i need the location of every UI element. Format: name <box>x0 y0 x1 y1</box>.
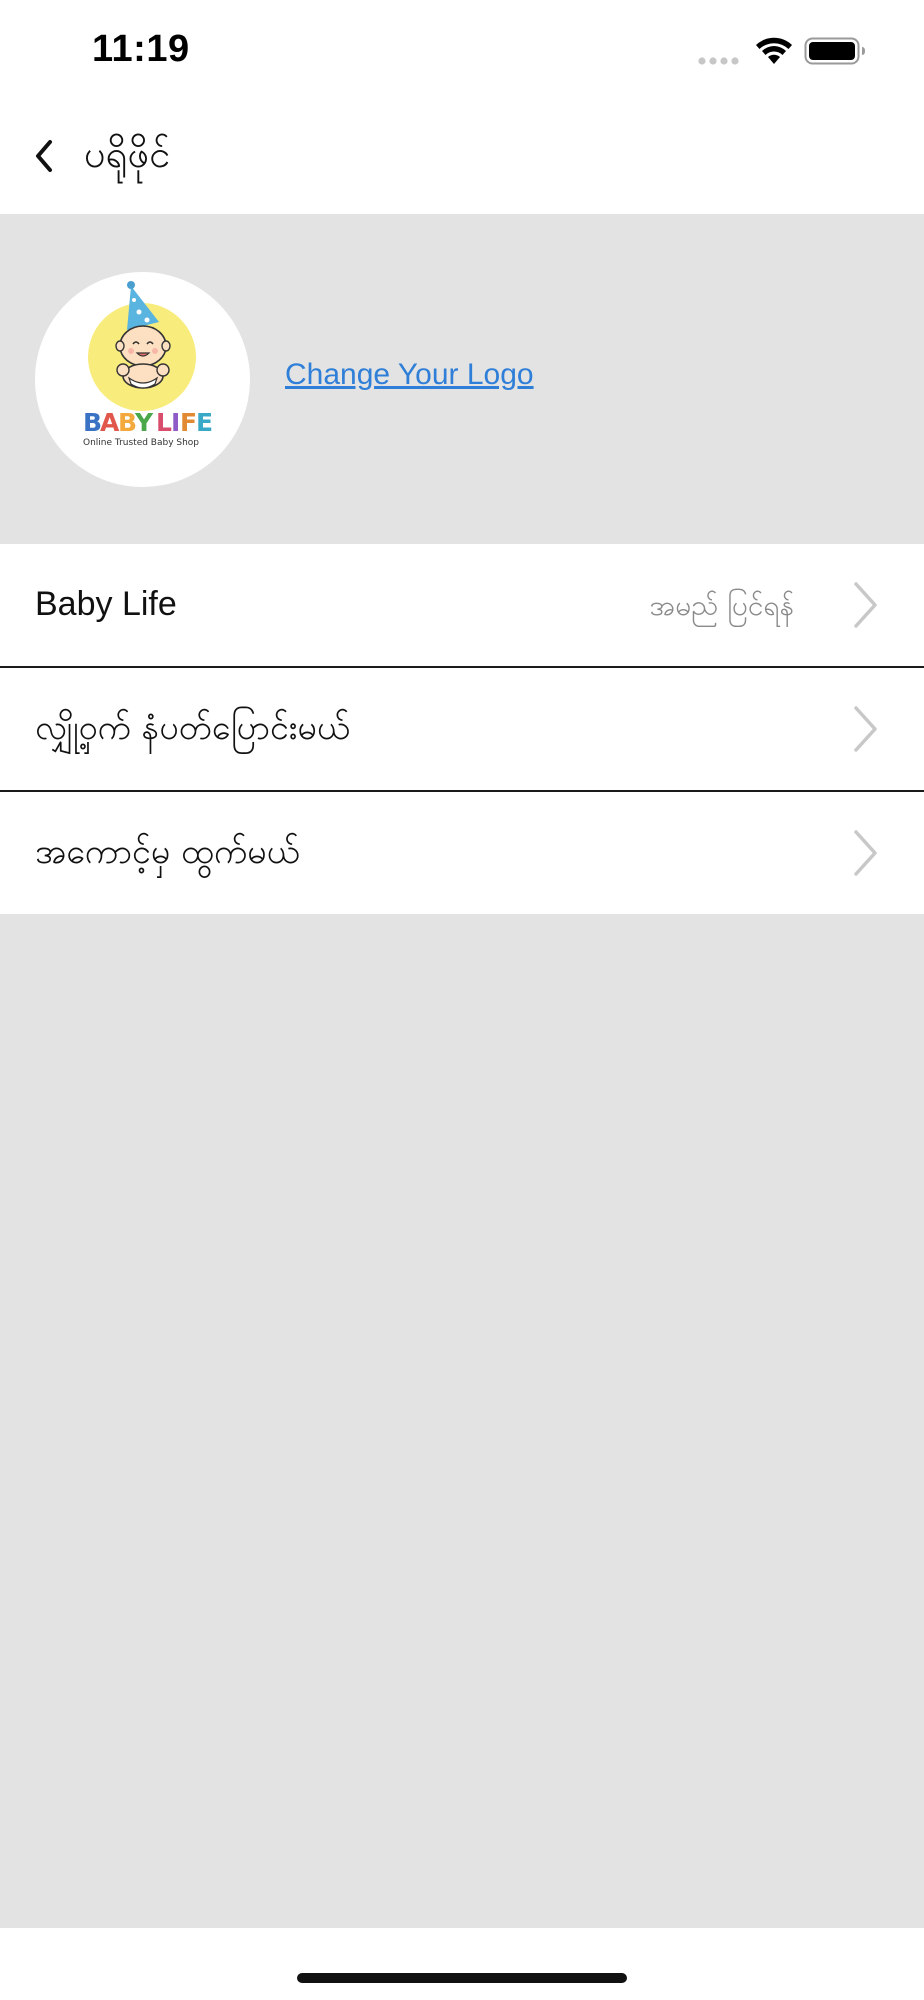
logo-section: B A B Y L I F E Online Trusted Baby Shop… <box>0 214 924 544</box>
profile-menu: Baby Life အမည် ပြင်ရန် လျှို့ဝှက် နံပတ်ပ… <box>0 544 924 914</box>
battery-icon <box>804 37 865 65</box>
svg-text:F: F <box>180 408 197 437</box>
svg-text:Y: Y <box>134 408 154 437</box>
page-title: ပရိုဖိုင် <box>84 132 171 176</box>
navigation-bar: ပရိုဖိုင် <box>0 100 924 214</box>
svg-text:A: A <box>100 408 120 437</box>
shop-name-label: Baby Life <box>35 585 177 623</box>
change-password-label: လျှို့ဝှက် နံပတ်ပြောင်းမယ် <box>35 708 350 748</box>
svg-text:Online Trusted Baby Shop: Online Trusted Baby Shop <box>83 438 199 448</box>
chevron-right-icon <box>854 582 877 628</box>
menu-item-shop-name[interactable]: Baby Life အမည် ပြင်ရန် <box>0 544 924 666</box>
chevron-right-icon <box>854 706 877 752</box>
home-indicator-area <box>0 1928 924 2000</box>
menu-item-change-password[interactable]: လျှို့ဝှက် နံပတ်ပြောင်းမယ် <box>0 666 924 790</box>
chevron-left-icon <box>36 140 52 172</box>
cellular-signal-icon <box>698 57 739 65</box>
svg-text:L: L <box>156 408 172 437</box>
home-indicator[interactable] <box>297 1973 627 1983</box>
svg-text:E: E <box>196 408 213 437</box>
wifi-icon <box>756 37 792 64</box>
svg-text:I: I <box>171 408 180 437</box>
baby-life-logo-image: B A B Y L I F E Online Trusted Baby Shop <box>83 281 213 448</box>
chevron-right-icon <box>854 830 877 876</box>
status-time: 11:19 <box>92 28 190 70</box>
status-bar: 11:19 <box>0 0 924 100</box>
change-logo-link[interactable]: Change Your Logo <box>285 358 534 392</box>
edit-name-hint: အမည် ပြင်ရန် <box>649 589 794 622</box>
menu-item-logout[interactable]: အကောင့်မှ ထွက်မယ် <box>0 790 924 914</box>
shop-logo[interactable]: B A B Y L I F E Online Trusted Baby Shop <box>35 272 250 487</box>
back-button[interactable] <box>24 128 64 184</box>
logout-label: အကောင့်မှ ထွက်မယ် <box>35 832 300 872</box>
